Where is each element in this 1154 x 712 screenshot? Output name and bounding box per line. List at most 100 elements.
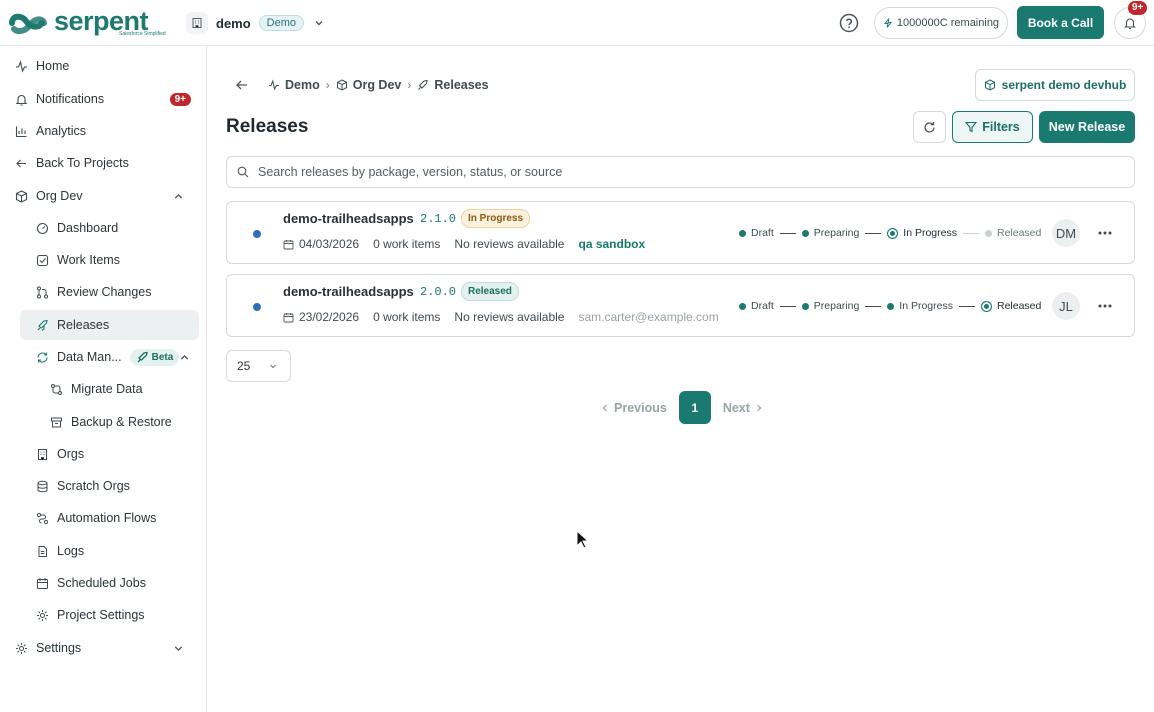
archive-icon <box>51 417 62 427</box>
breadcrumb-separator: › <box>325 78 330 92</box>
book-call-button[interactable]: Book a Call <box>1017 6 1104 39</box>
breadcrumb-org-dev[interactable]: Org Dev <box>336 78 402 92</box>
search-bar[interactable] <box>226 156 1135 188</box>
sidebar-item-orgs[interactable]: Orgs <box>36 439 196 469</box>
sidebar-item-label: Migrate Data <box>71 382 143 396</box>
new-release-button[interactable]: New Release <box>1039 111 1135 143</box>
step-dot-current <box>981 300 992 312</box>
sidebar-item-backup-restore[interactable]: Backup & Restore <box>50 407 196 437</box>
sidebar-item-org-dev[interactable]: Org Dev <box>15 181 195 211</box>
search-input[interactable] <box>258 165 1058 179</box>
step-label: In Progress <box>903 227 957 239</box>
filters-button[interactable]: Filters <box>952 111 1033 143</box>
pagination: Previous 1 Next <box>600 391 764 424</box>
step-in-progress: In Progress <box>887 227 957 239</box>
search-icon <box>237 166 249 178</box>
sidebar-item-logs[interactable]: Logs <box>36 536 196 566</box>
step-label: Draft <box>751 227 774 239</box>
rocket-icon <box>137 351 148 362</box>
file-text-icon <box>38 545 47 557</box>
sidebar-item-label: Automation Flows <box>57 511 157 525</box>
step-connector <box>959 305 975 307</box>
sidebar-item-migrate-data[interactable]: Migrate Data <box>50 374 196 404</box>
step-label: Released <box>997 227 1042 239</box>
sidebar-item-data-management[interactable]: Data Man... Beta <box>36 342 196 372</box>
sidebar-item-scratch-orgs[interactable]: Scratch Orgs <box>36 471 196 501</box>
sidebar-item-automation-flows[interactable]: Automation Flows <box>36 503 196 533</box>
step-dot <box>887 302 895 310</box>
notifications-count-badge: 9+ <box>169 92 191 106</box>
refresh-button[interactable] <box>913 111 946 143</box>
release-meta: 04/03/2026 0 work items No reviews avail… <box>283 237 645 251</box>
sidebar-item-label: Settings <box>36 641 82 655</box>
sidebar: Home Notifications 9+ Analytics Back To … <box>0 46 207 712</box>
step-preparing: Preparing <box>801 227 859 239</box>
sidebar-item-notifications[interactable]: Notifications 9+ <box>15 84 191 114</box>
calendar-icon <box>283 239 294 249</box>
sidebar-item-settings[interactable]: Settings <box>15 633 195 663</box>
step-label: Released <box>997 300 1042 312</box>
page-size-select[interactable]: 25 <box>226 350 291 382</box>
devhub-name: serpent demo devhub <box>1001 78 1127 92</box>
more-options-icon[interactable] <box>1097 225 1113 241</box>
devhub-selector[interactable]: serpent demo devhub <box>975 69 1135 101</box>
reviews-status: No reviews available <box>454 310 565 324</box>
workspace-switcher[interactable]: demo Demo <box>186 11 326 35</box>
back-arrow-icon[interactable] <box>234 77 250 93</box>
sidebar-item-home[interactable]: Home <box>15 51 195 81</box>
work-items-count: 0 work items <box>373 237 441 251</box>
credits-indicator[interactable]: 1000000C remaining <box>874 7 1008 39</box>
sidebar-item-project-settings[interactable]: Project Settings <box>36 600 196 630</box>
next-page-button[interactable]: Next <box>723 401 764 415</box>
breadcrumb-label: Org Dev <box>352 78 402 92</box>
filters-label: Filters <box>982 120 1020 134</box>
chevron-left-icon <box>602 404 607 411</box>
page-title: Releases <box>226 116 309 137</box>
building-icon <box>186 12 208 34</box>
breadcrumb: Demo › Org Dev › Releases <box>268 76 489 94</box>
step-released: Released <box>985 227 1041 239</box>
breadcrumb-label: Demo <box>285 78 320 92</box>
building-icon <box>38 448 47 460</box>
step-connector <box>963 232 979 234</box>
breadcrumb-releases[interactable]: Releases <box>417 78 489 92</box>
sidebar-item-label: Orgs <box>57 447 85 461</box>
sidebar-item-review-changes[interactable]: Review Changes <box>36 277 196 307</box>
release-stepper: Draft Preparing In Progress Released <box>739 226 1041 240</box>
sidebar-item-releases[interactable]: Releases <box>20 310 199 340</box>
release-date-text: 23/02/2026 <box>299 310 360 324</box>
bell-icon <box>15 94 28 106</box>
step-in-progress: In Progress <box>887 300 953 312</box>
sidebar-item-back-to-projects[interactable]: Back To Projects <box>15 148 195 178</box>
sidebar-item-analytics[interactable]: Analytics <box>15 116 195 146</box>
gear-icon <box>16 642 27 654</box>
step-dot <box>739 302 746 310</box>
more-options-icon[interactable] <box>1097 298 1113 314</box>
step-dot <box>985 229 992 237</box>
status-dot <box>253 303 261 311</box>
sidebar-item-label: Org Dev <box>36 189 83 203</box>
current-page-button[interactable]: 1 <box>678 391 711 424</box>
mouse-cursor-icon <box>576 530 590 549</box>
serpent-logo[interactable]: serpent Salesforce Simplified <box>6 6 170 40</box>
avatar[interactable]: JL <box>1052 292 1080 320</box>
avatar[interactable]: DM <box>1052 219 1080 247</box>
breadcrumb-demo[interactable]: Demo <box>268 78 320 92</box>
help-icon[interactable] <box>838 12 860 34</box>
work-items-count: 0 work items <box>373 310 441 324</box>
notifications-count-badge: 9+ <box>1128 1 1148 15</box>
refresh-icon <box>37 352 48 362</box>
sidebar-item-dashboard[interactable]: Dashboard <box>36 213 196 243</box>
page-size-value: 25 <box>237 359 251 373</box>
sidebar-item-scheduled-jobs[interactable]: Scheduled Jobs <box>36 568 196 598</box>
workspace-badge: Demo <box>258 15 305 31</box>
step-connector <box>779 232 796 234</box>
previous-page-button[interactable]: Previous <box>600 401 667 415</box>
sidebar-item-work-items[interactable]: Work Items <box>36 245 196 275</box>
next-label: Next <box>722 400 750 415</box>
release-card[interactable]: demo-trailheadsapps 2.0.0 Released 23/02… <box>226 274 1135 337</box>
lightning-icon <box>883 18 892 28</box>
release-card[interactable]: demo-trailheadsapps 2.1.0 In Progress 04… <box>226 201 1135 264</box>
release-date: 23/02/2026 <box>283 310 359 324</box>
workflow-icon <box>36 512 49 524</box>
